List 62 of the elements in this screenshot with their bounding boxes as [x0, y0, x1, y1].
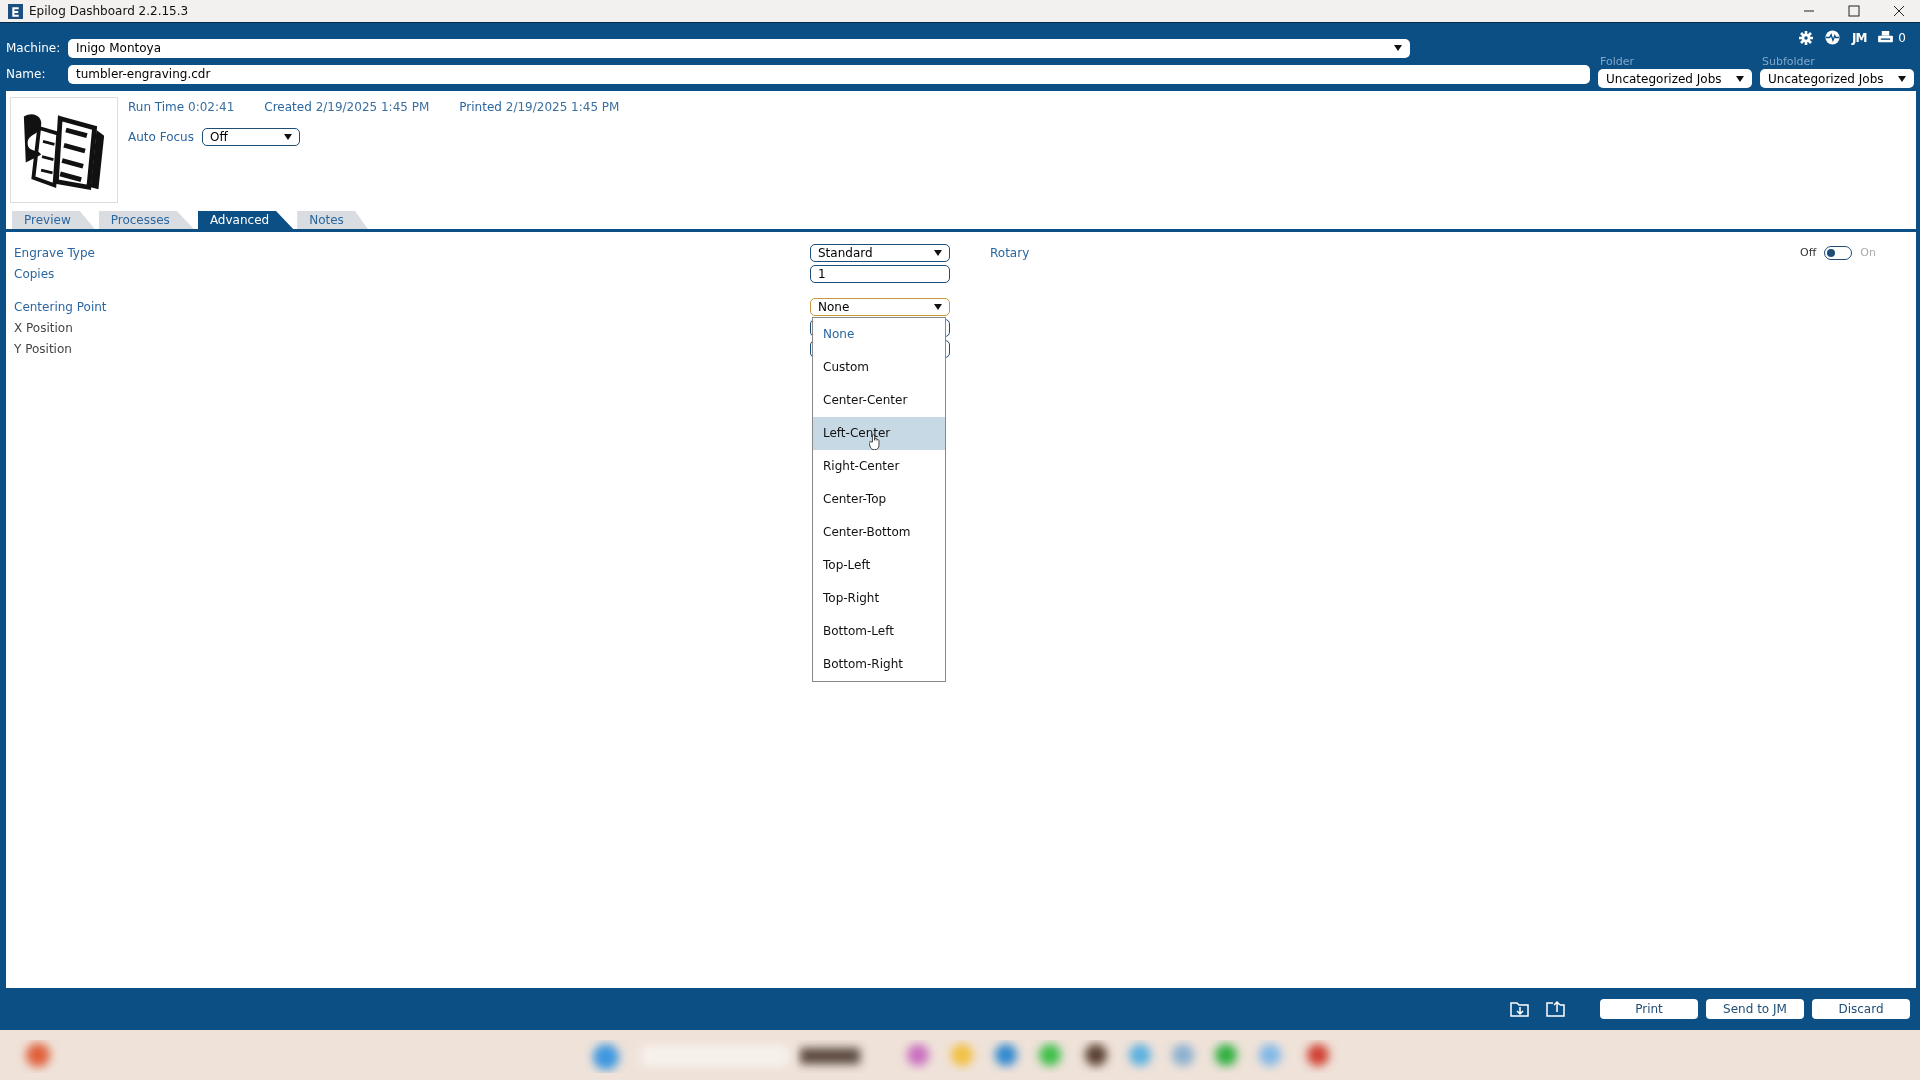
- dropdown-option[interactable]: Left-Center: [813, 416, 945, 450]
- dropdown-option[interactable]: Top-Left: [813, 548, 945, 582]
- toggle-on-label: On: [1860, 246, 1876, 259]
- caret-icon: [1736, 74, 1744, 83]
- info-value: 2/19/2025 1:45 PM: [505, 100, 620, 114]
- setting-label: Y Position: [14, 341, 72, 356]
- dropdown-option[interactable]: Top-Right: [813, 581, 945, 615]
- toggle-off-label: Off: [1800, 246, 1817, 259]
- caret-icon: [1394, 44, 1402, 52]
- footer-button[interactable]: Send to JM: [1706, 999, 1804, 1019]
- window-title: Epilog Dashboard 2.2.15.3: [29, 4, 189, 18]
- tab[interactable]: Processes: [98, 211, 194, 229]
- name-field[interactable]: tumbler-engraving.cdr: [68, 64, 1590, 84]
- printer-icon[interactable]: [1878, 31, 1894, 44]
- auto-focus-select[interactable]: Off: [201, 128, 300, 146]
- tab[interactable]: Notes: [297, 211, 368, 229]
- footer-button[interactable]: Print: [1600, 999, 1698, 1019]
- pulse-icon[interactable]: [1824, 30, 1840, 45]
- auto-focus-label: Auto Focus: [128, 130, 194, 144]
- setting-select[interactable]: None: [810, 297, 950, 316]
- setting-input[interactable]: 1: [810, 264, 950, 283]
- tab[interactable]: Advanced: [197, 211, 294, 229]
- info-value: 2/19/2025 1:45 PM: [315, 100, 430, 114]
- folder-select[interactable]: Uncategorized Jobs: [1760, 69, 1914, 88]
- folder-select[interactable]: Uncategorized Jobs: [1598, 69, 1752, 88]
- tab[interactable]: Preview: [12, 211, 95, 229]
- caret-icon: [1898, 74, 1906, 83]
- setting-label: Engrave Type: [14, 245, 95, 260]
- dropdown-option[interactable]: Bottom-Left: [813, 614, 945, 648]
- setting-select[interactable]: Standard: [810, 243, 950, 262]
- dropdown-option[interactable]: Custom: [813, 350, 945, 384]
- caret-icon: [934, 248, 942, 257]
- dropdown-option[interactable]: Center-Top: [813, 482, 945, 516]
- machine-select[interactable]: Inigo Montoya: [68, 38, 1410, 58]
- info-label: Created: [264, 100, 312, 114]
- close-icon[interactable]: [1893, 5, 1905, 17]
- folder-label: Subfolder: [1762, 55, 1815, 68]
- dropdown-option[interactable]: Center-Bottom: [813, 515, 945, 549]
- setting-label: Centering Point: [14, 299, 107, 314]
- setting-label: X Position: [14, 320, 73, 335]
- print-count: 0: [1898, 30, 1906, 45]
- dropdown-option[interactable]: Bottom-Right: [813, 647, 945, 681]
- info-value: 0:02:41: [188, 100, 235, 114]
- rotary-label: Rotary: [990, 245, 1030, 260]
- dropdown-option[interactable]: Right-Center: [813, 449, 945, 483]
- app-logo-icon: [8, 3, 23, 19]
- info-label: Run Time: [128, 100, 185, 114]
- footer-button[interactable]: Discard: [1812, 999, 1910, 1019]
- folder-export-icon[interactable]: [1546, 1000, 1566, 1018]
- caret-icon: [934, 302, 942, 311]
- machine-label: Machine:: [6, 41, 60, 55]
- setting-label: Copies: [14, 266, 55, 281]
- info-label: Printed: [459, 100, 502, 114]
- dropdown-option[interactable]: None: [813, 317, 945, 351]
- settings-icon[interactable]: [1798, 30, 1813, 45]
- folder-import-icon[interactable]: [1510, 1000, 1530, 1018]
- folder-label: Folder: [1600, 55, 1634, 68]
- dropdown-option[interactable]: Center-Center: [813, 383, 945, 417]
- job-manager-button[interactable]: JM: [1851, 30, 1867, 45]
- name-label: Name:: [6, 67, 47, 81]
- caret-icon: [283, 133, 292, 141]
- maximize-icon[interactable]: [1848, 5, 1860, 17]
